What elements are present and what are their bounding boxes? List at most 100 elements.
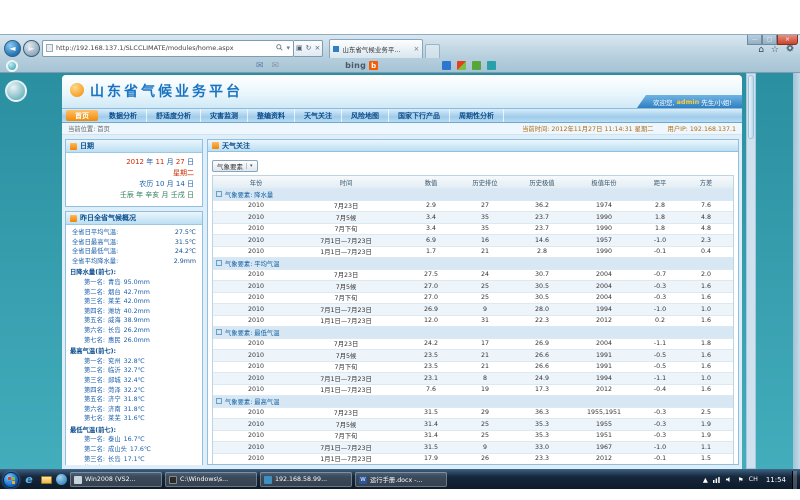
ie-taskbar-icon[interactable]: e (22, 473, 36, 487)
table-header-cell[interactable]: 时间 (287, 178, 405, 187)
table-row[interactable]: 20107月下旬3.43523.719901.84.8 (213, 223, 733, 235)
new-tab-button[interactable] (425, 44, 440, 58)
taskbar-button[interactable]: Win2008 (VS2... (70, 472, 162, 487)
group-expand-icon[interactable] (216, 260, 222, 266)
station-name[interactable]: 莱芜 (108, 414, 121, 424)
station-name[interactable]: 成山头 (108, 445, 127, 455)
volume-icon[interactable] (726, 476, 733, 483)
table-row[interactable]: 20107月1日—7月23日26.9928.01994-1.01.0 (213, 303, 733, 315)
explorer-taskbar-icon[interactable] (39, 473, 53, 487)
windows-live-icon[interactable] (457, 61, 466, 70)
tab-close-icon[interactable]: × (414, 45, 420, 53)
favorites-icon[interactable]: ☆ (771, 45, 779, 55)
scrollbar-thumb[interactable] (748, 75, 754, 139)
table-row[interactable]: 20107月23日2.92736.219742.87.6 (213, 200, 733, 212)
station-name[interactable]: 威海 (108, 316, 121, 326)
group-expand-icon[interactable] (216, 191, 222, 197)
menu-item[interactable]: 周期性分析 (450, 109, 504, 122)
messenger-icon[interactable] (442, 61, 451, 70)
sharing-icon[interactable] (472, 61, 481, 70)
station-name[interactable]: 兖州 (108, 357, 121, 367)
table-row[interactable]: 20107月下旬23.52126.61991-0.51.6 (213, 361, 733, 373)
station-name[interactable]: 济南 (108, 405, 121, 415)
table-group-header[interactable]: 气象要素: 最低气温 (213, 326, 733, 338)
search-icon[interactable] (276, 44, 283, 53)
address-dropdown-icon[interactable]: ▾ (286, 44, 290, 52)
table-group-header[interactable]: 气象要素: 最高气温 (213, 395, 733, 407)
table-row[interactable]: 20101月1日—7月23日17.92623.32012-0.11.5 (213, 453, 733, 465)
station-name[interactable]: 烟台 (108, 288, 121, 298)
table-header-cell[interactable]: 年份 (225, 178, 287, 187)
table-row[interactable]: 20107月下旬31.42535.31951-0.31.9 (213, 430, 733, 442)
station-name[interactable]: 菏泽 (108, 386, 121, 396)
taskbar-button[interactable]: W 运行手册.docx -... (355, 472, 447, 487)
menu-item[interactable]: 整编资料 (248, 109, 295, 122)
menu-item[interactable]: 国家下行产品 (389, 109, 450, 122)
glass-circle-icon[interactable] (6, 60, 18, 72)
tab-title[interactable]: 山东省气候业务平... (342, 44, 410, 54)
browser-tab[interactable]: 山东省气候业务平... × (329, 39, 423, 58)
table-row[interactable]: 20107月5候31.42535.31955-0.31.9 (213, 418, 733, 430)
stop-icon[interactable]: × (315, 44, 321, 52)
tray-expand-icon[interactable]: ▲ (703, 476, 708, 484)
group-expand-icon[interactable] (216, 398, 222, 404)
element-filter-button[interactable]: 气象要素 ▾ (212, 160, 258, 172)
group-expand-icon[interactable] (216, 329, 222, 335)
menu-item[interactable]: 舒适度分析 (147, 109, 201, 122)
show-desktop-button[interactable] (792, 471, 797, 489)
home-icon[interactable]: ⌂ (758, 45, 764, 55)
station-name[interactable]: 海阳 (108, 464, 121, 465)
table-header-cell[interactable]: 距平 (637, 178, 683, 187)
station-name[interactable]: 济宁 (108, 395, 121, 405)
table-row[interactable]: 20107月23日24.21726.92004-1.11.8 (213, 338, 733, 350)
refresh-icon[interactable]: ↻ (306, 44, 312, 52)
table-row[interactable]: 20107月1日—7月23日23.1824.91994-1.11.0 (213, 372, 733, 384)
station-name[interactable]: 郯城 (108, 376, 121, 386)
menu-item[interactable]: 天气关注 (295, 109, 342, 122)
station-name[interactable]: 莱芜 (108, 297, 121, 307)
gear-icon[interactable] (786, 44, 794, 55)
table-row[interactable]: 20101月1日—7月23日12.03122.320120.21.6 (213, 315, 733, 327)
mail-secondary-icon[interactable]: ✉ (272, 61, 280, 71)
station-name[interactable]: 潍坊 (108, 307, 121, 317)
station-name[interactable]: 临沂 (108, 366, 121, 376)
table-row[interactable]: 20107月1日—7月23日31.5933.01967-1.01.1 (213, 441, 733, 453)
table-row[interactable]: 20107月23日31.52936.31955,1951-0.32.5 (213, 407, 733, 419)
table-group-header[interactable]: 气象要素: 降水量 (213, 188, 733, 200)
compatibility-icon[interactable]: ▣ (296, 44, 303, 52)
table-header-cell[interactable]: 方差 (683, 178, 729, 187)
language-indicator[interactable]: CH (749, 476, 758, 483)
table-row[interactable]: 20107月23日27.52430.72004-0.72.0 (213, 269, 733, 281)
table-row[interactable]: 20107月1日—7月23日6.91614.61957-1.02.3 (213, 234, 733, 246)
station-name[interactable]: 青岛 (108, 278, 121, 288)
address-bar[interactable]: http://192.168.137.1/SLCCLIMATE/modules/… (42, 40, 294, 57)
action-center-icon[interactable]: ⚑ (738, 476, 744, 484)
station-name[interactable]: 泰山 (108, 435, 121, 445)
taskbar-button[interactable]: C:\Windows\s... (165, 472, 257, 487)
table-row[interactable]: 20101月1日—7月23日7.61917.32012-0.41.6 (213, 384, 733, 396)
url-text[interactable]: http://192.168.137.1/SLCCLIMATE/modules/… (56, 44, 273, 52)
table-header-cell[interactable]: 历史排位 (457, 178, 513, 187)
forward-button[interactable]: ► (23, 40, 40, 57)
menu-item[interactable]: 数据分析 (100, 109, 147, 122)
table-header-cell[interactable]: 极值年份 (571, 178, 637, 187)
media-player-taskbar-icon[interactable] (56, 474, 67, 485)
table-header-cell[interactable]: 历史极值 (513, 178, 571, 187)
mail-icon[interactable]: ✉ (256, 61, 264, 71)
table-row[interactable]: 20107月5候27.02530.52004-0.31.6 (213, 280, 733, 292)
back-button[interactable]: ◄ (4, 40, 21, 57)
station-name[interactable]: 惠民 (108, 336, 121, 346)
station-name[interactable]: 长岛 (108, 326, 121, 336)
network-icon[interactable] (713, 476, 721, 483)
table-row[interactable]: 20107月5候3.43523.719901.84.8 (213, 211, 733, 223)
table-row[interactable]: 20107月5候23.52126.61991-0.51.6 (213, 349, 733, 361)
menu-item[interactable]: 首页 (66, 110, 98, 121)
table-group-header[interactable]: 气象要素: 平均气温 (213, 257, 733, 269)
table-header-cell[interactable]: 数值 (405, 178, 457, 187)
menu-item[interactable]: 灾害监测 (201, 109, 248, 122)
bing-shortcut[interactable]: bing b (345, 61, 378, 70)
weather-icon[interactable] (487, 61, 496, 70)
table-row[interactable]: 20101月1日—7月23日1.7212.81990-0.10.4 (213, 246, 733, 258)
taskbar-button[interactable]: 192.168.58.99... (260, 472, 352, 487)
menu-item[interactable]: 风险地图 (342, 109, 389, 122)
